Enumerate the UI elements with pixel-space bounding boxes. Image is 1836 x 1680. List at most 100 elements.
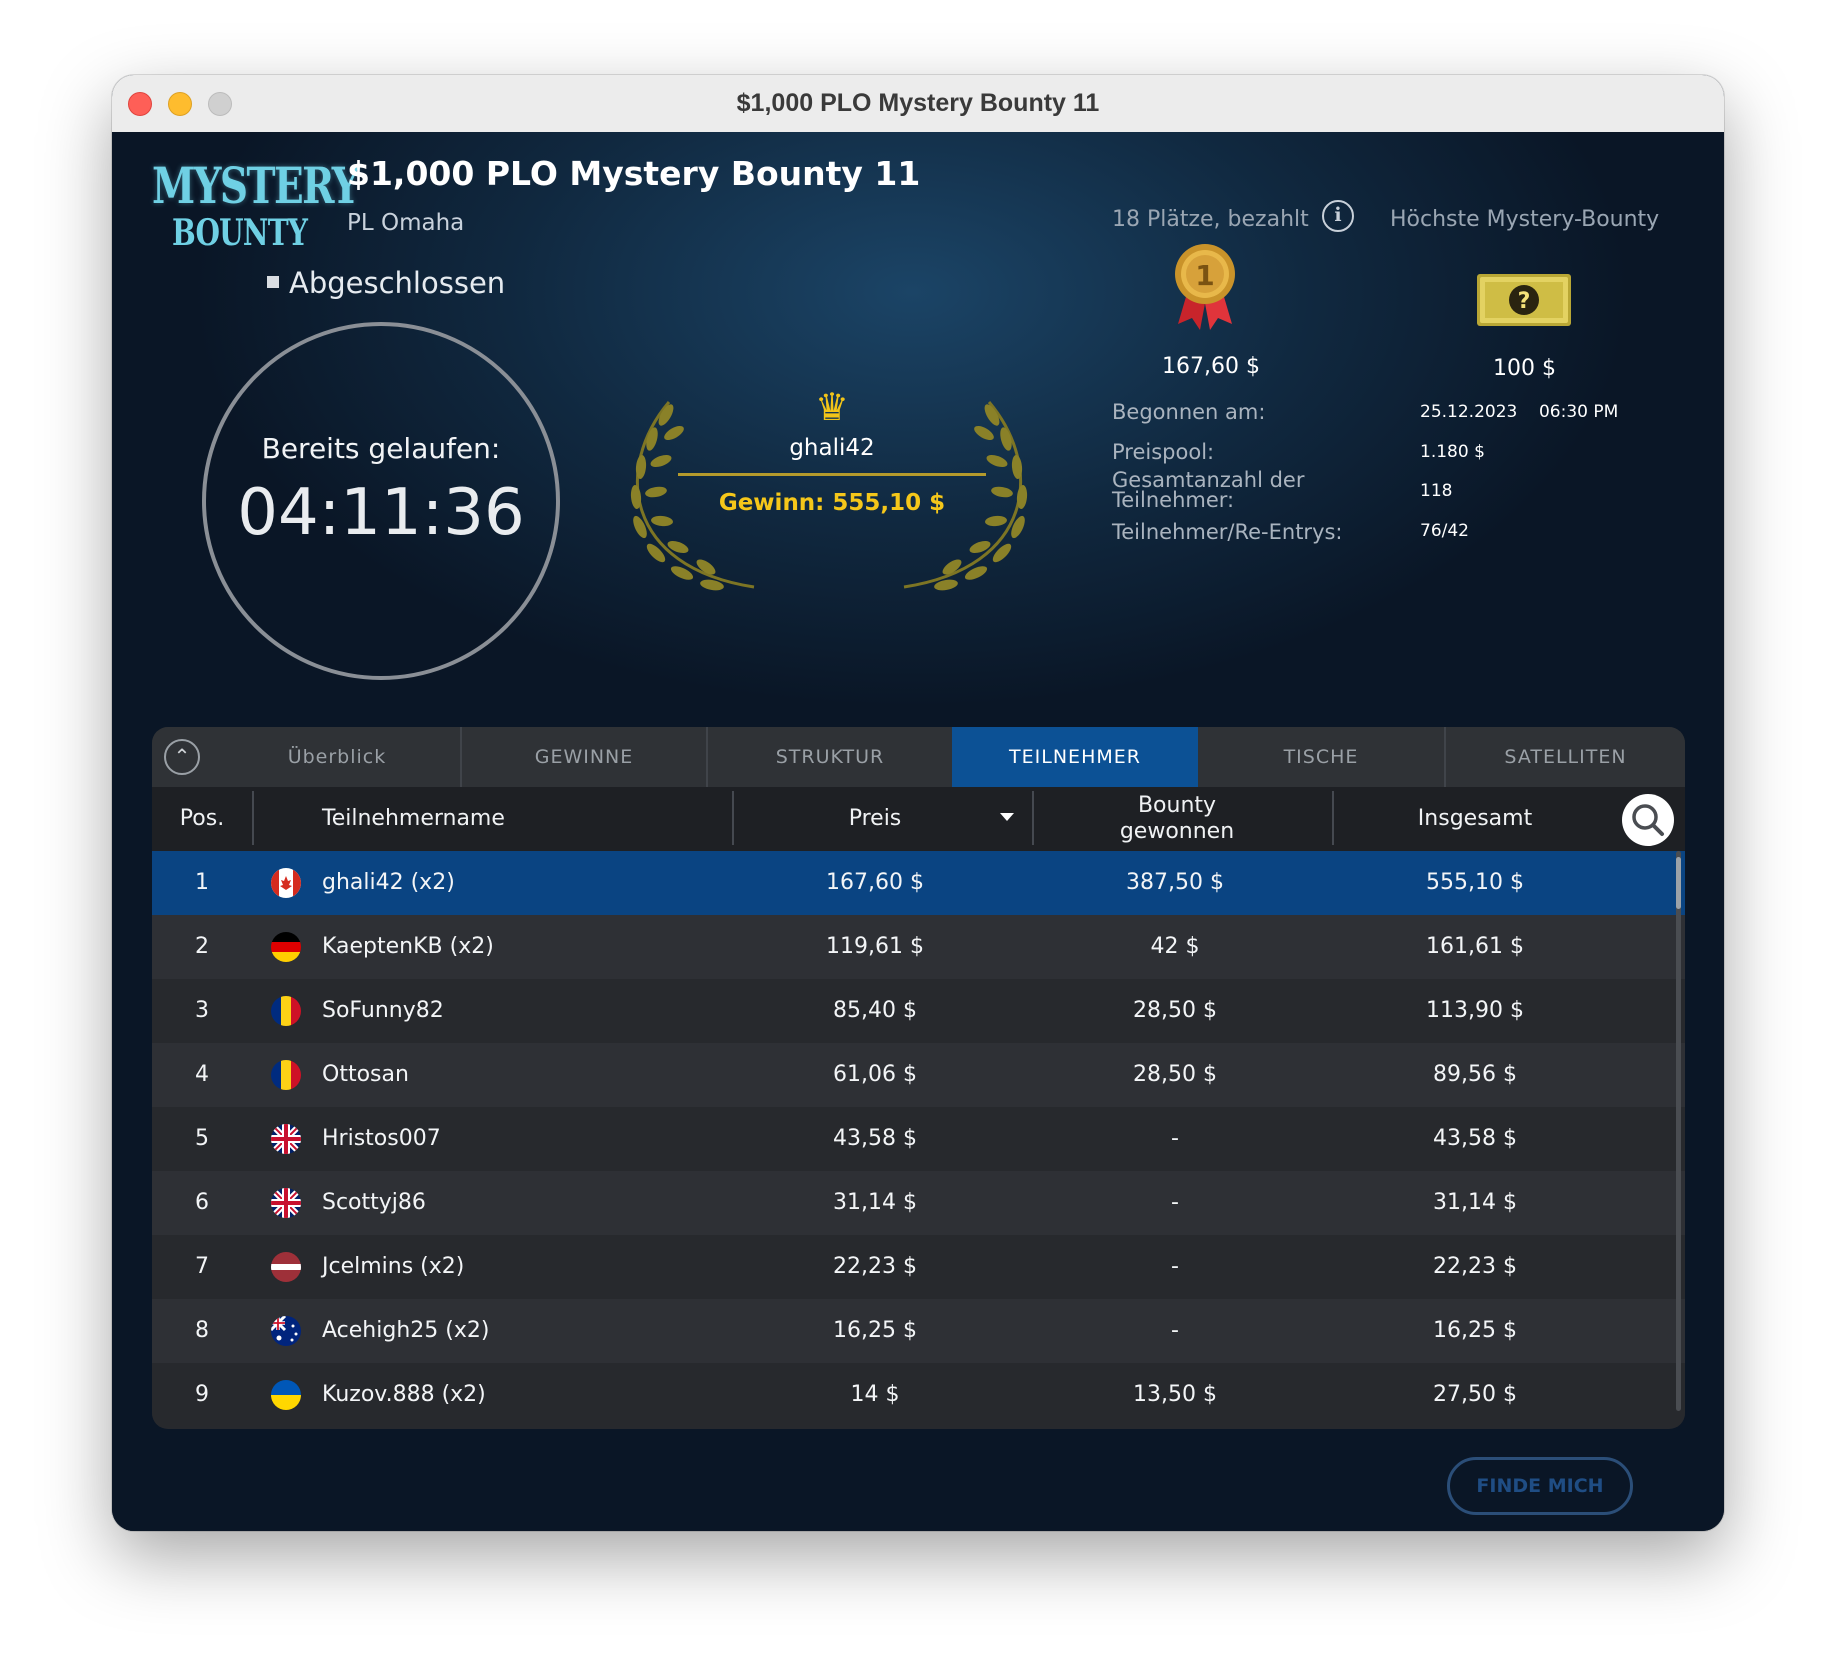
row-bounty: - — [1171, 1190, 1179, 1215]
row-prize: 31,14 $ — [833, 1190, 917, 1215]
uk-flag-icon — [271, 1124, 301, 1154]
row-bounty: - — [1171, 1126, 1179, 1151]
started-date-value: 25.12.2023 — [1420, 402, 1518, 422]
latvia-flag-icon — [271, 1252, 301, 1282]
row-bounty: 28,50 $ — [1133, 1062, 1217, 1087]
row-position: 3 — [195, 998, 209, 1023]
row-position: 5 — [195, 1126, 209, 1151]
tournament-title: $1,000 PLO Mystery Bounty 11 — [347, 154, 921, 193]
winner-name: ghali42 — [789, 435, 875, 461]
row-position: 2 — [195, 934, 209, 959]
col-bounty-header[interactable]: Bounty gewonnen — [1092, 787, 1262, 851]
app-window: $1,000 PLO Mystery Bounty 11 MYSTERY BOU… — [112, 75, 1724, 1531]
column-divider — [1032, 791, 1034, 845]
row-prize: 61,06 $ — [833, 1062, 917, 1087]
row-prize: 43,58 $ — [833, 1126, 917, 1151]
mystery-ticket-icon: ? — [1477, 274, 1571, 326]
row-player-name: Jcelmins (x2) — [322, 1254, 465, 1279]
row-prize: 14 $ — [850, 1382, 900, 1407]
row-player-name: Hristos007 — [322, 1126, 441, 1151]
reentries-value: 76/42 — [1420, 521, 1469, 541]
row-total: 27,50 $ — [1433, 1382, 1517, 1407]
table-row[interactable]: 6 Scottyj86 31,14 $ - 31,14 $ — [152, 1171, 1685, 1235]
started-label: Begonnen am: — [1112, 400, 1266, 424]
row-bounty: - — [1171, 1254, 1179, 1279]
info-icon[interactable]: i — [1322, 200, 1354, 232]
table-header: Pos. Teilnehmername Preis Bounty gewonne… — [152, 787, 1685, 851]
tab-structure[interactable]: STRUKTUR — [706, 727, 952, 787]
table-row[interactable]: 7 Jcelmins (x2) 22,23 $ - 22,23 $ — [152, 1235, 1685, 1299]
started-date: 25.12.2023 06:30 PM — [1420, 402, 1618, 422]
tab-players[interactable]: TEILNEHMER — [952, 727, 1198, 787]
row-position: 8 — [195, 1318, 209, 1343]
search-button[interactable] — [1622, 794, 1674, 846]
row-total: 31,14 $ — [1433, 1190, 1517, 1215]
mystery-bounty-logo: MYSTERY — [152, 156, 360, 215]
table-row[interactable]: 9 Kuzov.888 (x2) 14 $ 13,50 $ 27,50 $ — [152, 1363, 1685, 1427]
find-me-button[interactable]: FINDE MICH — [1447, 1457, 1633, 1515]
column-divider — [252, 791, 254, 845]
tab-tables[interactable]: TISCHE — [1198, 727, 1444, 787]
table-row[interactable]: 5 Hristos007 43,58 $ - 43,58 $ — [152, 1107, 1685, 1171]
mystery-bounty-logo-sub: BOUNTY — [172, 212, 308, 254]
row-prize: 22,23 $ — [833, 1254, 917, 1279]
row-total: 113,90 $ — [1426, 998, 1524, 1023]
col-name-header[interactable]: Teilnehmername — [322, 787, 505, 851]
table-row[interactable]: 4 Ottosan 61,06 $ 28,50 $ 89,56 $ — [152, 1043, 1685, 1107]
col-prize-header[interactable]: Preis — [730, 787, 1020, 851]
tournament-tabs-panel: ⌃ Überblick GEWINNE STRUKTUR TEILNEHMER … — [152, 727, 1685, 1429]
row-total: 22,23 $ — [1433, 1254, 1517, 1279]
elapsed-timer: Bereits gelaufen: 04:11:36 — [202, 322, 560, 680]
row-player-name: Kuzov.888 (x2) — [322, 1382, 486, 1407]
scrollbar-thumb[interactable] — [1676, 857, 1681, 909]
svg-text:1: 1 — [1195, 259, 1214, 292]
table-row[interactable]: 2 KaeptenKB (x2) 119,61 $ 42 $ 161,61 $ — [152, 915, 1685, 979]
row-position: 6 — [195, 1190, 209, 1215]
row-position: 9 — [195, 1382, 209, 1407]
uk-flag-icon — [271, 1188, 301, 1218]
gold-medal-icon: 1 — [1175, 244, 1235, 330]
tab-bar: ⌃ Überblick GEWINNE STRUKTUR TEILNEHMER … — [152, 727, 1685, 787]
romania-flag-icon — [271, 1060, 301, 1090]
table-row[interactable]: 1 ghali42 (x2) 167,60 $ 387,50 $ 555,10 $ — [152, 851, 1685, 915]
scrollbar-track[interactable] — [1676, 851, 1681, 1411]
row-position: 7 — [195, 1254, 209, 1279]
prize-pool-value: 1.180 $ — [1420, 442, 1485, 462]
row-player-name: Ottosan — [322, 1062, 409, 1087]
tab-satellites[interactable]: SATELLITEN — [1444, 727, 1685, 787]
row-total: 16,25 $ — [1433, 1318, 1517, 1343]
tournament-status: Abgeschlossen — [267, 266, 505, 300]
row-bounty: 28,50 $ — [1133, 998, 1217, 1023]
tab-overview[interactable]: Überblick — [214, 727, 460, 787]
row-prize: 85,40 $ — [833, 998, 917, 1023]
germany-flag-icon — [271, 932, 301, 962]
top-bounty-value: 100 $ — [1493, 356, 1556, 381]
collapse-chevron-icon[interactable]: ⌃ — [164, 739, 200, 775]
row-total: 89,56 $ — [1433, 1062, 1517, 1087]
row-player-name: SoFunny82 — [322, 998, 444, 1023]
row-prize: 16,25 $ — [833, 1318, 917, 1343]
timer-value: 04:11:36 — [237, 476, 525, 550]
svg-text:?: ? — [1518, 289, 1531, 314]
sort-down-icon[interactable] — [1000, 813, 1014, 821]
started-time-value: 06:30 PM — [1538, 402, 1619, 422]
row-bounty: - — [1171, 1318, 1179, 1343]
ukraine-flag-icon — [271, 1380, 301, 1410]
status-label: Abgeschlossen — [289, 266, 506, 300]
prize-pool-label: Preispool: — [1112, 440, 1215, 464]
total-entrants-label: Gesamtanzahl der Teilnehmer: — [1112, 468, 1305, 512]
row-total: 43,58 $ — [1433, 1126, 1517, 1151]
search-icon — [1632, 804, 1664, 836]
row-position: 4 — [195, 1062, 209, 1087]
table-row[interactable]: 3 SoFunny82 85,40 $ 28,50 $ 113,90 $ — [152, 979, 1685, 1043]
row-total: 161,61 $ — [1426, 934, 1524, 959]
col-pos-header[interactable]: Pos. — [152, 787, 252, 851]
winner-divider — [678, 473, 986, 476]
first-prize-value: 167,60 $ — [1162, 354, 1260, 379]
col-total-header[interactable]: Insgesamt — [1330, 787, 1620, 851]
title-bar: $1,000 PLO Mystery Bounty 11 — [112, 75, 1724, 133]
winner-panel: ♛ ghali42 Gewinn: 555,10 $ — [672, 387, 992, 516]
table-row[interactable]: 8 Acehigh25 (x2) 16,25 $ - 16,25 $ — [152, 1299, 1685, 1363]
tournament-lobby: MYSTERY BOUNTY $1,000 PLO Mystery Bounty… — [112, 132, 1724, 1531]
tab-prizes[interactable]: GEWINNE — [460, 727, 706, 787]
